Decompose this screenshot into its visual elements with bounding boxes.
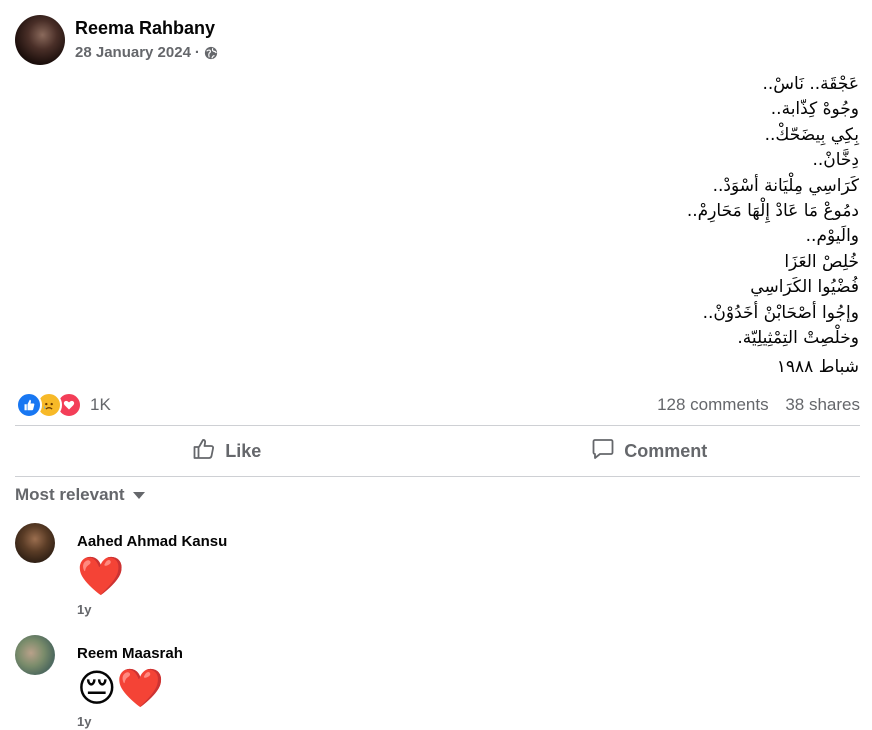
- comment-item: Reem Maasrah 😔❤️ 1y: [15, 635, 183, 729]
- divider: [15, 425, 860, 426]
- reaction-count[interactable]: 1K: [90, 395, 111, 415]
- reactions-summary[interactable]: 1K: [16, 392, 111, 418]
- comment-text: 😔❤️: [77, 666, 164, 710]
- post-meta: 28 January 2024 ·: [75, 44, 218, 61]
- post-line: دِخَّانْ..: [812, 150, 859, 171]
- post-line: والَيوْم..: [805, 226, 859, 247]
- comment-body: Aahed Ahmad Kansu ❤️ 1y: [77, 523, 227, 617]
- comment-icon: [590, 437, 624, 466]
- like-button[interactable]: Like: [15, 427, 438, 475]
- post-actions: Like Comment: [15, 427, 860, 475]
- commenter-avatar[interactable]: [15, 635, 55, 675]
- post-line: عَجْقَة.. نَاسْ..: [762, 74, 859, 94]
- meta-separator: ·: [194, 44, 200, 61]
- post-line: دمُوعْ مَا عَادْ إِلْهَا مَحَارِمْ..: [686, 201, 859, 222]
- comments-count[interactable]: 128 comments: [657, 395, 769, 414]
- comment-text: ❤️: [77, 554, 125, 598]
- post-line: بِكِي بِيضَحّكْ..: [764, 124, 859, 145]
- post-line: وجُوهْ كِذّابة..: [770, 99, 859, 120]
- post-text: عَجْقَة.. نَاسْ.. وجُوهْ كِذّابة.. بِكِي…: [19, 72, 859, 351]
- comment-button[interactable]: Comment: [438, 427, 861, 475]
- author-name[interactable]: Reema Rahbany: [75, 17, 218, 39]
- author-avatar[interactable]: [15, 15, 65, 65]
- commenter-name[interactable]: Aahed Ahmad Kansu: [77, 533, 227, 550]
- post-line: كَرَاسِي مِلْيَانة أسْوَدْ..: [712, 175, 859, 196]
- post-signature: شباط ١٩٨٨: [776, 357, 859, 377]
- caret-down-icon: [132, 491, 145, 499]
- globe-icon[interactable]: [204, 46, 218, 60]
- comment-time[interactable]: 1y: [77, 602, 227, 617]
- shares-count[interactable]: 38 shares: [785, 395, 860, 414]
- divider: [15, 476, 860, 477]
- post-line: خُلِصْ العَزَا: [784, 251, 859, 272]
- comment-label: Comment: [624, 440, 708, 461]
- commenter-avatar[interactable]: [15, 523, 55, 563]
- filter-label: Most relevant: [15, 485, 125, 504]
- like-outline-icon: [191, 437, 225, 466]
- like-label: Like: [225, 440, 262, 461]
- comment-item: Aahed Ahmad Kansu ❤️ 1y: [15, 523, 227, 617]
- post-date[interactable]: 28 January 2024: [75, 44, 191, 61]
- post-line: وخلْصِتْ التِمْثِيلِيّة.: [737, 328, 859, 349]
- comment-body: Reem Maasrah 😔❤️ 1y: [77, 635, 183, 729]
- comment-filter-dropdown[interactable]: Most relevant: [15, 485, 145, 505]
- post-line: فُضْيُوا الكَرَاسِي: [750, 277, 859, 298]
- post-line: وإجُوا أصْحَابْنْ أخَدُوْنْ..: [702, 302, 859, 323]
- author-block: Reema Rahbany 28 January 2024 ·: [75, 17, 218, 61]
- post-counts: 128 comments 38 shares: [657, 395, 860, 415]
- commenter-name[interactable]: Reem Maasrah: [77, 645, 183, 662]
- post-header: Reema Rahbany 28 January 2024 ·: [15, 15, 218, 65]
- like-icon: [16, 392, 42, 418]
- comment-time[interactable]: 1y: [77, 714, 183, 729]
